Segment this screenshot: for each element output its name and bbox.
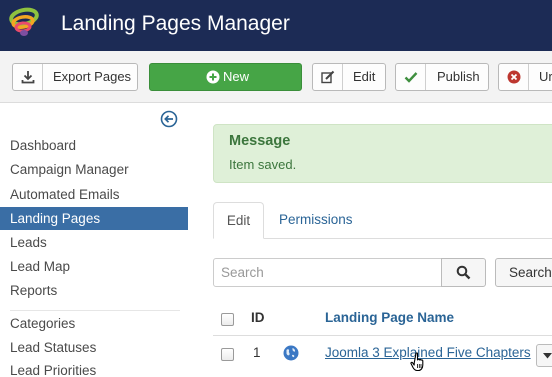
sidebar-item-categories[interactable]: Categories (0, 312, 188, 335)
app-header: Landing Pages Manager (0, 0, 552, 51)
sidebar-item-lead-priorities[interactable]: Lead Priorities (0, 359, 188, 377)
alert-text: Item saved. (229, 157, 297, 172)
publish-button[interactable]: Publish (395, 63, 489, 91)
caret-down-icon (543, 353, 552, 359)
sidebar-divider (10, 310, 180, 311)
collapse-sidebar-icon[interactable] (160, 110, 178, 128)
hand-cursor-icon (410, 352, 424, 372)
row-actions-dropdown[interactable] (536, 344, 552, 367)
search-input[interactable] (213, 258, 442, 287)
page-title: Landing Pages Manager (61, 12, 290, 35)
search-icon (456, 265, 471, 280)
logo-icon (9, 7, 39, 36)
sidebar-item-lead-map[interactable]: Lead Map (0, 255, 188, 278)
unpublish-label: Ur (539, 69, 552, 84)
publish-label: Publish (437, 69, 480, 84)
table-header-divider (213, 335, 552, 336)
row-id: 1 (253, 345, 261, 360)
edit-button[interactable]: Edit (312, 63, 386, 91)
search-button[interactable] (441, 258, 486, 287)
select-all-checkbox[interactable] (221, 313, 234, 326)
new-button[interactable]: New (149, 63, 302, 91)
alert-heading: Message (229, 133, 291, 149)
sidebar-item-automated-emails[interactable]: Automated Emails (0, 183, 188, 206)
sidebar: Dashboard Campaign Manager Automated Ema… (0, 104, 188, 377)
sidebar-item-dashboard[interactable]: Dashboard (0, 134, 188, 157)
cancel-circle-icon (499, 64, 529, 90)
new-label: New (223, 69, 250, 84)
row-checkbox[interactable] (221, 348, 234, 361)
export-pages-label: Export Pages (53, 69, 132, 84)
download-icon (13, 64, 43, 90)
edit-label: Edit (353, 69, 376, 84)
sidebar-item-lead-statuses[interactable]: Lead Statuses (0, 336, 188, 359)
sidebar-item-leads[interactable]: Leads (0, 231, 188, 254)
toolbar: Export Pages New Edit Publish Ur (0, 51, 552, 103)
unpublish-button[interactable]: Ur (498, 63, 552, 91)
tab-permissions[interactable]: Permissions (279, 212, 353, 227)
column-header-id[interactable]: ID (251, 310, 265, 325)
sidebar-item-landing-pages[interactable]: Landing Pages (0, 207, 188, 230)
search-tools-button[interactable]: Search (495, 258, 552, 287)
checkmark-icon (396, 64, 426, 90)
globe-icon (283, 345, 299, 361)
sidebar-item-reports[interactable]: Reports (0, 279, 188, 302)
edit-icon (313, 64, 343, 90)
export-pages-button[interactable]: Export Pages (12, 63, 138, 91)
plus-circle-icon (206, 70, 220, 84)
column-header-landing-page-name[interactable]: Landing Page Name (325, 310, 454, 325)
message-alert: Message Item saved. (213, 124, 552, 183)
tab-edit[interactable]: Edit (213, 202, 264, 239)
sidebar-item-campaign-manager[interactable]: Campaign Manager (0, 158, 188, 181)
